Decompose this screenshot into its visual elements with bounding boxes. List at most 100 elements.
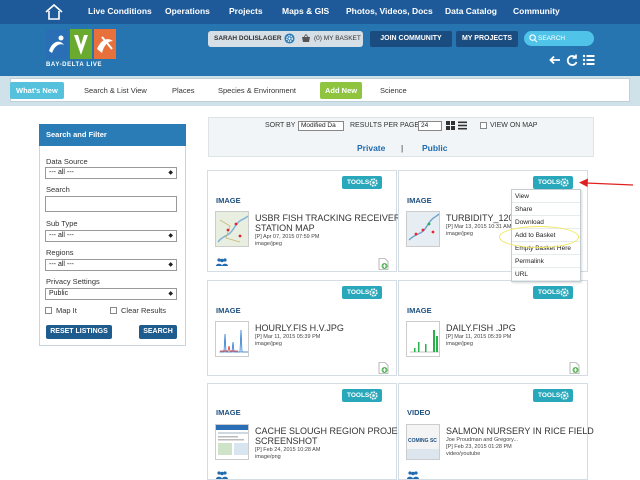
home-icon[interactable] xyxy=(44,3,64,21)
screenshot-thumbnail-image xyxy=(216,425,248,459)
card-thumbnail[interactable]: COMING SC xyxy=(406,424,440,460)
tools-button[interactable]: TOOLS xyxy=(533,176,573,189)
gear-icon xyxy=(369,288,378,297)
search-input[interactable] xyxy=(538,32,592,45)
basket-icon xyxy=(302,34,310,42)
tab-search-list-view[interactable]: Search & List View xyxy=(84,82,147,99)
tools-label: TOOLS xyxy=(538,179,561,186)
add-document-icon[interactable] xyxy=(569,362,580,374)
card-type-label: IMAGE xyxy=(216,306,241,315)
gear-icon xyxy=(560,288,569,297)
tools-button[interactable]: TOOLS xyxy=(342,389,382,402)
add-document-icon[interactable] xyxy=(378,258,389,270)
add-to-basket-highlight-ellipse xyxy=(499,226,579,248)
public-filter-link[interactable]: Public xyxy=(422,143,448,153)
card-thumbnail[interactable] xyxy=(215,424,249,460)
user-account-pill: SARAH DOLISLAGER (0) MY BASKET xyxy=(208,31,363,47)
reset-listings-button[interactable]: RESET LISTINGS xyxy=(46,325,112,339)
results-per-page-label: RESULTS PER PAGE xyxy=(350,122,419,129)
tools-button[interactable]: TOOLS xyxy=(533,389,573,402)
visibility-separator: | xyxy=(401,143,404,153)
menu-item-url[interactable]: URL xyxy=(512,268,580,281)
tools-label: TOOLS xyxy=(538,392,561,399)
tab-science[interactable]: Science xyxy=(380,82,407,99)
add-document-icon[interactable] xyxy=(378,362,389,374)
search-field[interactable] xyxy=(45,196,177,212)
my-basket-link[interactable]: (0) MY BASKET xyxy=(314,35,361,42)
card-title[interactable]: SALMON NURSERY IN RICE FIELD xyxy=(446,426,594,436)
user-name[interactable]: SARAH DOLISLAGER xyxy=(214,35,282,42)
card-mime-type: image/jpeg xyxy=(255,241,282,247)
nav-live-conditions[interactable]: Live Conditions xyxy=(88,6,152,16)
results-per-page-select[interactable]: 24 xyxy=(418,121,442,131)
my-projects-button[interactable]: MY PROJECTS xyxy=(456,31,518,47)
bay-delta-live-logo[interactable] xyxy=(46,29,118,61)
card-type-label: VIDEO xyxy=(407,408,431,417)
gear-icon xyxy=(560,178,569,187)
join-community-button[interactable]: JOIN COMMUNITY xyxy=(370,31,452,47)
red-annotation-arrow-icon xyxy=(579,178,634,187)
select-arrow-icon: ◆ xyxy=(168,170,173,176)
nav-community[interactable]: Community xyxy=(513,6,560,16)
tools-button[interactable]: TOOLS xyxy=(342,176,382,189)
card-title[interactable]: SCREENSHOT xyxy=(255,436,318,446)
private-filter-link[interactable]: Private xyxy=(357,143,385,153)
data-source-select[interactable]: --- all --- ◆ xyxy=(45,167,177,179)
tools-button[interactable]: TOOLS xyxy=(533,286,573,299)
sort-by-select[interactable]: Modified Da xyxy=(298,121,344,131)
nav-projects[interactable]: Projects xyxy=(229,6,263,16)
card-type-label: IMAGE xyxy=(407,306,432,315)
card-type-label: IMAGE xyxy=(407,196,432,205)
card-thumbnail[interactable] xyxy=(215,321,249,357)
list-menu-icon[interactable] xyxy=(582,53,596,67)
card-date: [P] Feb 23, 2015 01:28 PM xyxy=(446,444,512,450)
card-title[interactable]: HOURLY.FIS H.V.JPG xyxy=(255,323,344,333)
card-thumbnail[interactable] xyxy=(215,211,249,247)
sort-by-label: SORT BY xyxy=(265,122,296,129)
privacy-settings-value: Public xyxy=(49,290,69,297)
map-thumbnail-image xyxy=(216,212,248,246)
tab-places[interactable]: Places xyxy=(172,82,195,99)
card-date: [P] Feb 24, 2015 10:28 AM xyxy=(255,447,321,453)
search-button[interactable]: SEARCH xyxy=(139,325,177,339)
nav-photos-videos-docs[interactable]: Photos, Videos, Docs xyxy=(346,6,433,16)
card-title[interactable]: USBR FISH TRACKING RECEIVER xyxy=(255,213,400,223)
nav-operations[interactable]: Operations xyxy=(165,6,210,16)
people-icon xyxy=(216,258,228,266)
card-mime-type: image/jpeg xyxy=(446,341,473,347)
regions-select[interactable]: --- all --- ◆ xyxy=(45,259,177,271)
data-source-value: --- all --- xyxy=(49,169,74,176)
tab-species-environment[interactable]: Species & Environment xyxy=(218,82,296,99)
view-on-map-label: VIEW ON MAP xyxy=(490,122,538,129)
nav-maps-gis[interactable]: Maps & GIS xyxy=(282,6,329,16)
gear-icon xyxy=(369,178,378,187)
tools-label: TOOLS xyxy=(347,392,370,399)
sub-type-select[interactable]: --- all --- ◆ xyxy=(45,230,177,242)
map-it-checkbox[interactable] xyxy=(45,307,52,314)
card-title[interactable]: TURBIDITY_1200 xyxy=(446,213,519,223)
menu-item-view[interactable]: View xyxy=(512,190,580,203)
select-arrow-icon: ◆ xyxy=(168,291,173,297)
back-arrow-icon[interactable] xyxy=(548,53,562,67)
clear-results-checkbox[interactable] xyxy=(110,307,117,314)
grid-view-icon[interactable] xyxy=(446,121,455,130)
card-thumbnail[interactable] xyxy=(406,211,440,247)
tab-add-new[interactable]: Add New xyxy=(320,82,363,99)
tools-button[interactable]: TOOLS xyxy=(342,286,382,299)
settings-gear-icon[interactable] xyxy=(284,33,295,44)
menu-item-share[interactable]: Share xyxy=(512,203,580,216)
card-title[interactable]: CACHE SLOUGH REGION PROJECT xyxy=(255,426,410,436)
refresh-icon[interactable] xyxy=(565,53,579,67)
nav-data-catalog[interactable]: Data Catalog xyxy=(445,6,497,16)
data-source-label: Data Source xyxy=(46,157,88,166)
select-arrow-icon: ◆ xyxy=(168,262,173,268)
menu-item-permalink[interactable]: Permalink xyxy=(512,255,580,268)
gear-icon xyxy=(369,391,378,400)
card-title[interactable]: DAILY.FISH .JPG xyxy=(446,323,516,333)
card-thumbnail[interactable] xyxy=(406,321,440,357)
view-on-map-checkbox[interactable] xyxy=(480,122,487,129)
privacy-settings-select[interactable]: Public ◆ xyxy=(45,288,177,300)
list-view-icon[interactable] xyxy=(458,121,467,130)
card-title[interactable]: STATION MAP xyxy=(255,223,315,233)
tab-whats-new[interactable]: What's New xyxy=(10,82,64,99)
